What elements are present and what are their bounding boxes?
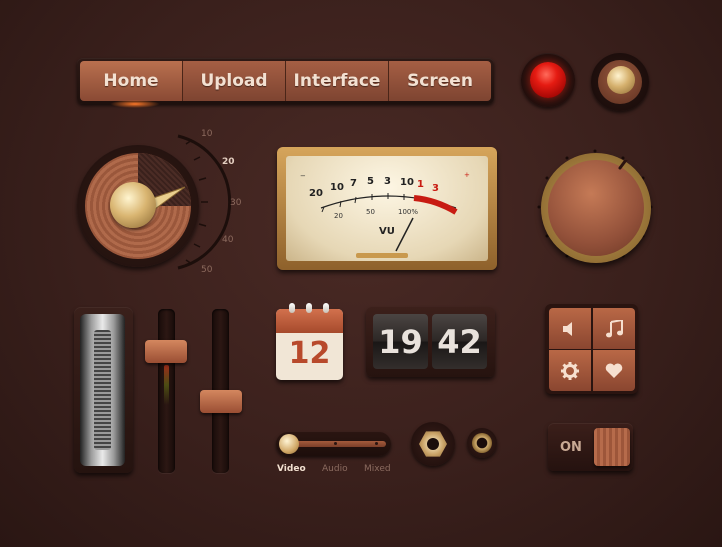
source-selector-knob[interactable] <box>279 434 299 454</box>
speaker-icon <box>563 321 572 336</box>
vu-scale-3: 3 <box>384 176 391 187</box>
calendar-ring-2 <box>306 303 312 313</box>
vu-scale-20: 20 <box>309 188 323 199</box>
vu-plus-sign: + <box>464 171 470 179</box>
vu-scale-5: 5 <box>367 176 374 187</box>
gear-icon <box>561 361 579 380</box>
source-selector-track <box>291 441 386 447</box>
calendar-day: 12 <box>288 336 331 371</box>
knob-marker-icon <box>618 160 628 170</box>
music-button[interactable] <box>593 308 635 349</box>
small-knob-cap <box>607 66 635 94</box>
nav-screen[interactable]: Screen <box>389 61 491 101</box>
vu-scale-0: 0 <box>407 177 414 188</box>
power-switch-lever[interactable] <box>594 428 630 466</box>
music-note-icon <box>606 319 623 337</box>
source-stop-audio <box>334 442 337 445</box>
favorite-button[interactable] <box>593 350 635 391</box>
calendar-ring-3 <box>323 303 329 313</box>
dial-scale-40: 40 <box>222 235 234 245</box>
small-audio-jack[interactable] <box>472 433 492 453</box>
vu-title: VU <box>379 226 395 237</box>
fader-2-handle[interactable] <box>200 390 242 413</box>
fader-1-level <box>164 365 169 405</box>
calendar-ring-1 <box>289 303 295 313</box>
vu-inner-scale-50: 50 <box>366 208 375 216</box>
dial-scale-20: 20 <box>222 157 235 167</box>
clock-minutes: 42 <box>432 314 487 369</box>
vu-inner-scale-100: 100% <box>398 208 419 216</box>
main-nav-bar: Home Upload Interface Screen <box>77 58 494 104</box>
clock-hours: 19 <box>373 314 428 369</box>
calendar-widget[interactable]: 12 <box>276 309 343 380</box>
scroll-wheel-grip <box>94 330 111 450</box>
dial-scale-10: 10 <box>201 129 213 139</box>
dial-scale-50: 50 <box>201 265 213 275</box>
vu-inner-scale-20: 20 <box>334 212 343 220</box>
large-jack-socket <box>427 438 439 450</box>
vu-scale-plus1: 1 <box>417 179 424 190</box>
nav-interface[interactable]: Interface <box>286 61 389 101</box>
vu-scale-10: 10 <box>330 182 344 193</box>
heart-icon <box>605 362 623 378</box>
power-switch-label: ON <box>560 440 582 455</box>
speaker-button[interactable] <box>549 308 591 349</box>
vu-meter-scale <box>320 193 458 258</box>
source-option-audio[interactable]: Audio <box>322 464 348 474</box>
dial-scale-arc <box>177 134 232 270</box>
vu-minus-sign: − <box>300 172 306 180</box>
nav-upload[interactable]: Upload <box>183 61 286 101</box>
rotary-dial-center <box>110 182 156 228</box>
settings-button[interactable] <box>549 350 591 391</box>
vu-scale-1: 1 <box>400 177 407 188</box>
vu-scale-7: 7 <box>350 178 357 189</box>
nav-home[interactable]: Home <box>80 61 183 101</box>
red-indicator-light[interactable] <box>530 62 566 98</box>
dial-scale-30: 30 <box>230 198 242 208</box>
active-nav-glow <box>110 100 160 108</box>
source-option-video[interactable]: Video <box>277 464 306 474</box>
source-stop-mixed <box>375 442 378 445</box>
fader-1-handle[interactable] <box>145 340 187 363</box>
vu-scale-plus3: 3 <box>432 183 439 194</box>
source-option-mixed[interactable]: Mixed <box>364 464 391 474</box>
